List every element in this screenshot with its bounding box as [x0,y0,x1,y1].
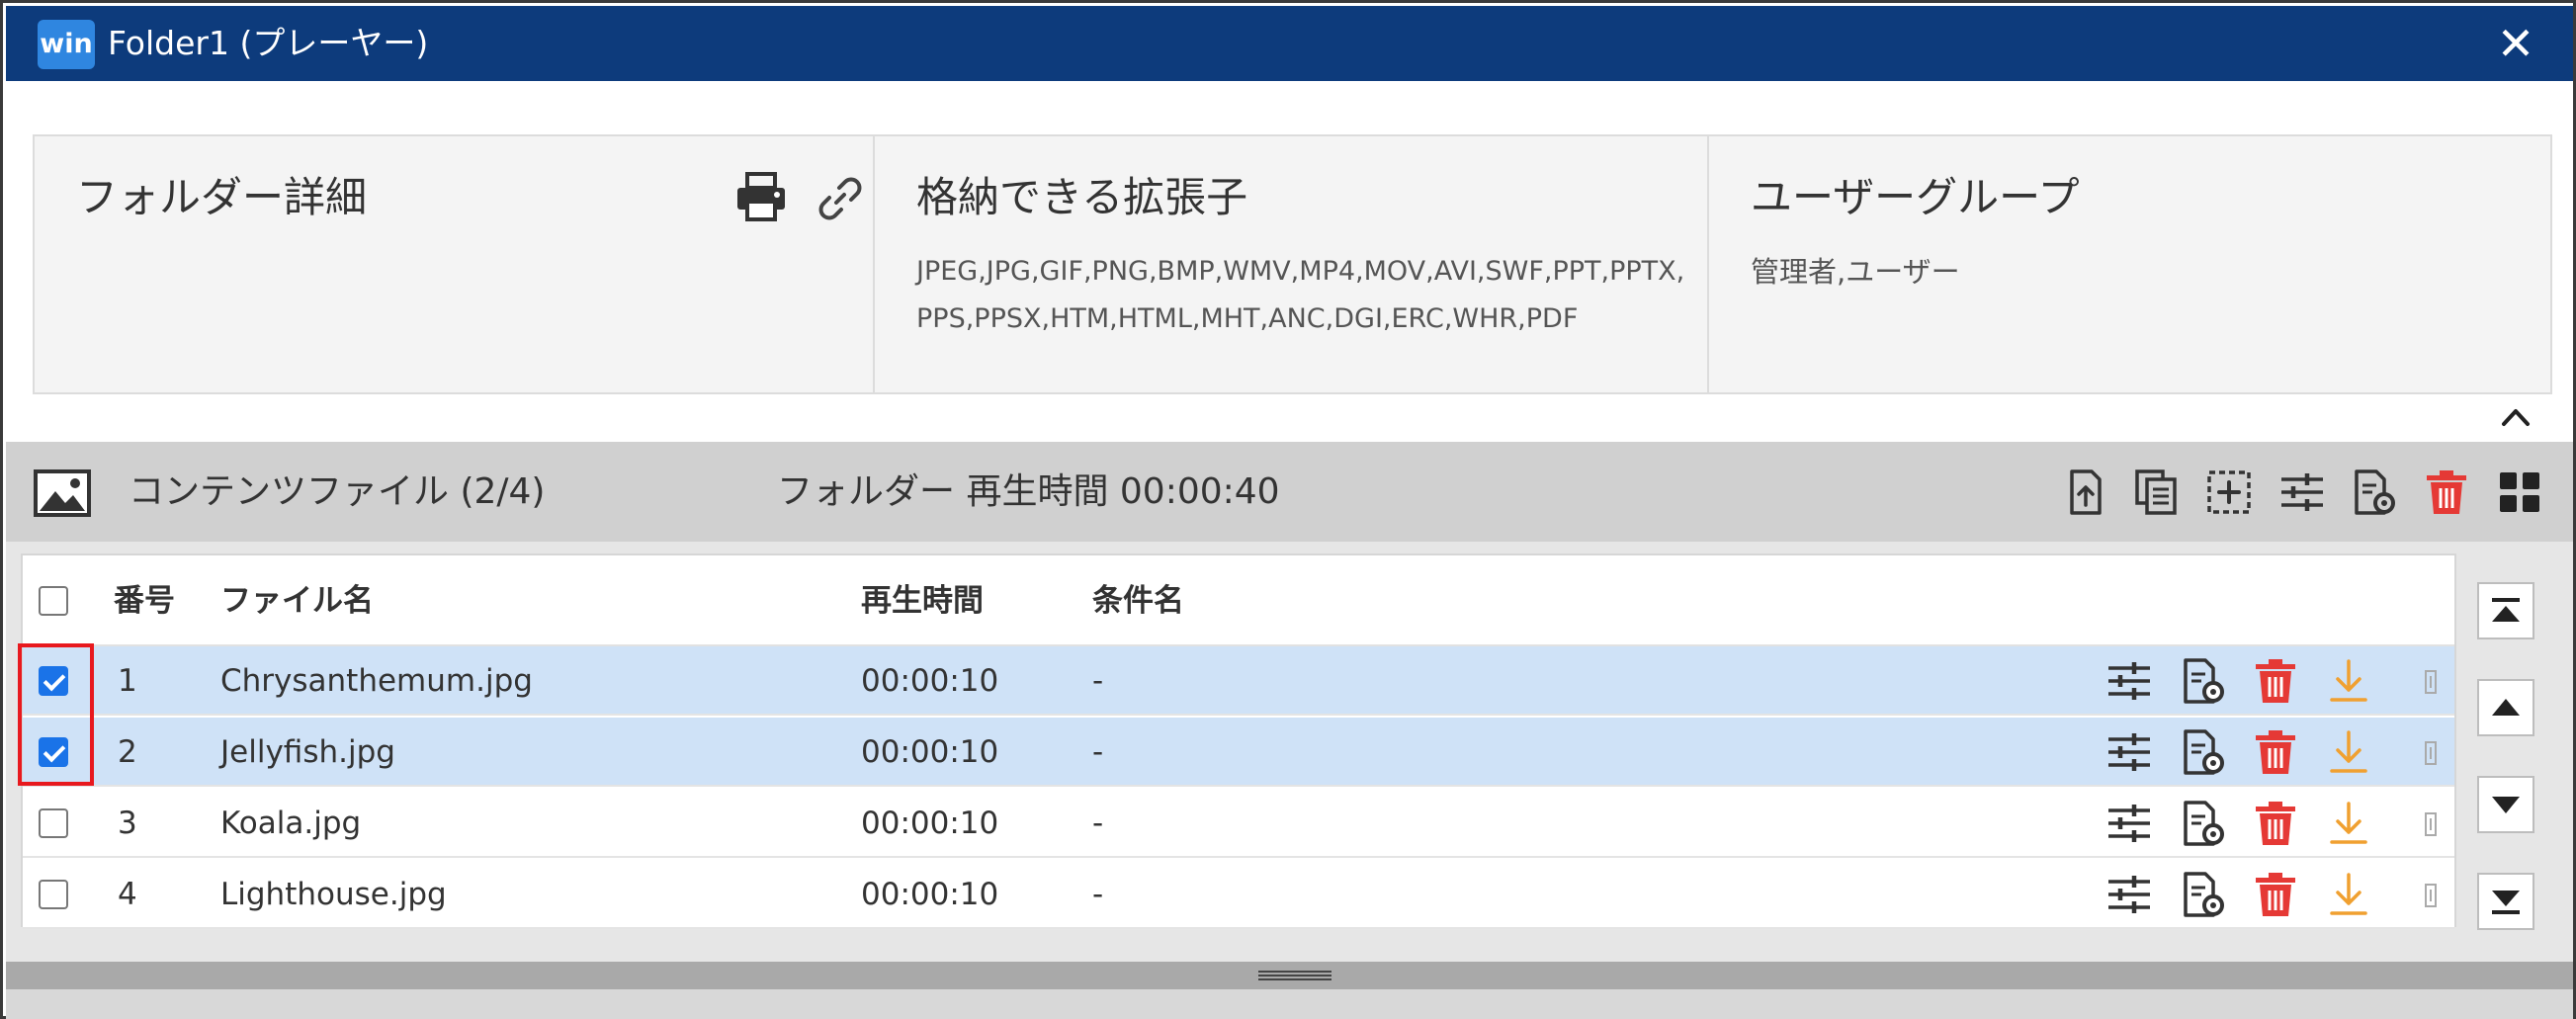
trash-icon[interactable] [2251,727,2300,777]
extensions-section: 格納できる拡張子 JPEG,JPG,GIF,PNG,BMP,WMV,MP4,MO… [877,136,1709,392]
settings-sliders-icon[interactable] [2104,870,2154,919]
folder-detail-section: フォルダー詳細 [35,136,875,392]
select-all-checkbox[interactable] [39,586,68,616]
trash-icon[interactable] [2251,799,2300,848]
close-button[interactable]: ✕ [2488,16,2543,71]
row-checkbox[interactable] [39,880,68,909]
file-settings-icon[interactable] [2178,870,2227,919]
player-folder-dialog: win Folder1 (プレーヤー) ✕ フォルダー詳細 格納できる拡張子 J… [0,0,2576,1019]
image-icon [34,469,91,517]
download-icon[interactable] [2324,656,2373,706]
settings-sliders-icon[interactable] [2277,467,2327,517]
row-condition: - [1092,734,1104,770]
resize-splitter[interactable] [6,962,2573,989]
table-row[interactable]: 4 Lighthouse.jpg 00:00:10 - [23,860,2454,929]
row-filename: Jellyfish.jpg [220,734,395,770]
extensions-heading: 格納できる拡張子 [916,173,1248,221]
table-row[interactable]: 1 Chrysanthemum.jpg 00:00:10 - [23,646,2454,716]
copy-icon[interactable] [2131,467,2181,517]
footer-area [6,989,2573,1019]
row-duration: 00:00:10 [861,806,999,841]
folder-duration: フォルダー 再生時間 00:00:40 [777,471,1280,512]
window-title: Folder1 (プレーヤー) [108,24,429,62]
row-filename: Koala.jpg [220,806,362,841]
row-number: 4 [118,877,137,912]
link-icon[interactable] [816,174,865,223]
file-settings-icon[interactable] [2178,727,2227,777]
usergroup-heading: ユーザーグループ [1751,173,2080,221]
content-table: 番号 ファイル名 再生時間 条件名 1 Chrysanthemum.jpg 00… [21,553,2456,929]
file-settings-icon[interactable] [2349,467,2398,517]
trash-icon[interactable] [2422,467,2471,517]
extensions-value: JPEG,JPG,GIF,PNG,BMP,WMV,MP4,MOV,AVI,SWF… [916,256,1685,334]
table-row[interactable]: 2 Jellyfish.jpg 00:00:10 - [23,718,2454,787]
drag-handle-icon[interactable] [2425,884,2437,907]
selection-highlight [18,643,94,786]
trash-icon[interactable] [2251,870,2300,919]
download-icon[interactable] [2324,870,2373,919]
grid-view-icon[interactable] [2495,467,2544,517]
row-number: 1 [118,663,137,699]
header-condition: 条件名 [1092,583,1184,619]
row-filename: Lighthouse.jpg [220,877,447,912]
content-files-header: コンテンツファイル (2/4) フォルダー 再生時間 00:00:40 [6,442,2573,542]
trash-icon[interactable] [2251,656,2300,706]
move-up-icon[interactable] [2477,679,2534,736]
content-table-area: 番号 ファイル名 再生時間 条件名 1 Chrysanthemum.jpg 00… [6,542,2573,962]
row-number: 2 [118,734,137,770]
print-icon[interactable] [734,172,788,221]
move-down-icon[interactable] [2477,776,2534,833]
settings-sliders-icon[interactable] [2104,727,2154,777]
row-duration: 00:00:10 [861,877,999,912]
download-icon[interactable] [2324,727,2373,777]
download-icon[interactable] [2324,799,2373,848]
settings-sliders-icon[interactable] [2104,656,2154,706]
folder-detail-heading: フォルダー詳細 [76,173,368,221]
usergroup-value: 管理者,ユーザー [1751,255,1960,289]
drag-grip-icon[interactable] [1256,968,1333,981]
header-filename: ファイル名 [220,583,374,619]
collapse-chevron-icon[interactable] [2496,398,2535,434]
title-bar: win Folder1 (プレーヤー) ✕ [6,6,2573,81]
table-row[interactable]: 3 Koala.jpg 00:00:10 - [23,789,2454,858]
row-condition: - [1092,663,1104,699]
file-settings-icon[interactable] [2178,799,2227,848]
row-filename: Chrysanthemum.jpg [220,663,533,699]
drag-handle-icon[interactable] [2425,812,2437,836]
header-number: 番号 [114,583,175,619]
header-duration: 再生時間 [861,583,984,619]
settings-sliders-icon[interactable] [2104,799,2154,848]
add-select-icon[interactable] [2204,467,2254,517]
row-checkbox[interactable] [39,808,68,838]
upload-file-icon[interactable] [2060,467,2109,517]
move-bottom-icon[interactable] [2477,873,2534,930]
usergroup-section: ユーザーグループ 管理者,ユーザー [1711,136,2550,392]
row-duration: 00:00:10 [861,663,999,699]
folder-detail-panel: フォルダー詳細 格納できる拡張子 JPEG,JPG,GIF,PNG,BMP,WM… [33,134,2552,394]
drag-handle-icon[interactable] [2425,741,2437,765]
row-duration: 00:00:10 [861,734,999,770]
drag-handle-icon[interactable] [2425,670,2437,694]
table-header: 番号 ファイル名 再生時間 条件名 [23,555,2454,646]
row-condition: - [1092,877,1104,912]
row-condition: - [1092,806,1104,841]
move-top-icon[interactable] [2477,582,2534,639]
row-number: 3 [118,806,137,841]
file-settings-icon[interactable] [2178,656,2227,706]
content-files-title: コンテンツファイル (2/4) [129,471,546,512]
app-logo-icon: win [38,20,95,69]
